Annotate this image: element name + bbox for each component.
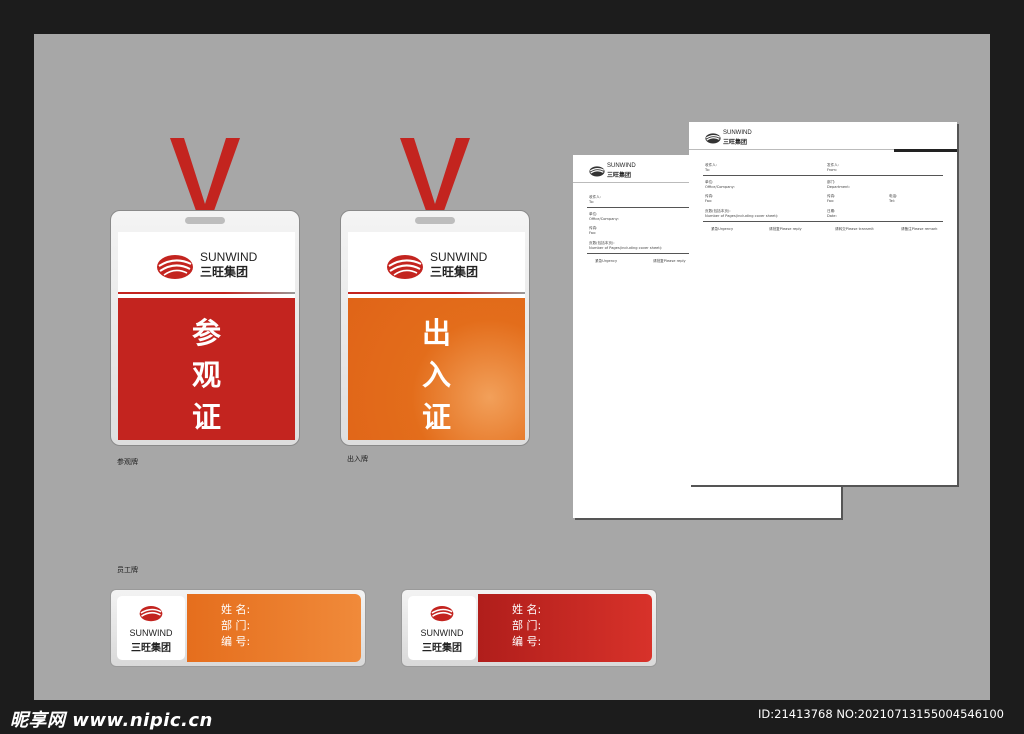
badge-slot bbox=[415, 217, 455, 224]
brand-logo: SUNWIND 三旺集团 bbox=[156, 250, 266, 282]
visitor-badge: SUNWIND 三旺集团 参 观 证 bbox=[110, 210, 300, 446]
employee-badge-color-panel bbox=[187, 594, 361, 662]
dept-field-label: 部 门: bbox=[221, 619, 251, 632]
fax-label-en: Fax: bbox=[705, 199, 713, 203]
badge-title-char: 证 bbox=[191, 400, 221, 434]
id-field-label: 编 号: bbox=[221, 635, 251, 648]
letterhead-front: SUNWIND 三旺集团 收件人: To: 发件人: From: 单位: Off… bbox=[689, 122, 957, 485]
badge-title-char: 观 bbox=[191, 358, 221, 392]
reply-option: 请批复Please reply bbox=[653, 259, 686, 263]
pages-label-en: Number of Pages(including cover sheet): bbox=[705, 214, 779, 218]
brand-logo: SUNWIND 三旺集团 bbox=[386, 250, 496, 282]
access-badge: SUNWIND 三旺集团 出 入 证 bbox=[340, 210, 530, 446]
brand-name-en: SUNWIND bbox=[607, 163, 636, 169]
brand-name-cn: 三旺集团 bbox=[607, 172, 632, 179]
office-label-en: Office/Company: bbox=[705, 185, 735, 189]
fax2-label-en: Fax: bbox=[827, 199, 835, 203]
badge-divider bbox=[118, 292, 295, 294]
badge-slot bbox=[185, 217, 225, 224]
watermark-id: ID:21413768 NO:20210713155004546100 bbox=[758, 707, 1004, 721]
from-label-en: From: bbox=[827, 168, 838, 172]
brand-name-cn: 三旺集团 bbox=[131, 643, 171, 654]
fax-label-en: Fax: bbox=[589, 231, 597, 235]
brand-name-en: SUNWIND bbox=[200, 250, 258, 264]
dept-label-en: Department: bbox=[827, 185, 850, 189]
badge-title: 出 入 证 bbox=[348, 312, 525, 438]
badge-title-char: 参 bbox=[191, 316, 221, 350]
forward-option: 请转交Please transmit bbox=[835, 227, 874, 231]
brand-name-en: SUNWIND bbox=[430, 250, 488, 264]
sunwind-logo-icon bbox=[157, 255, 193, 279]
to-label-en: To: bbox=[705, 168, 710, 172]
urgent-option: 紧急Urgency bbox=[711, 227, 734, 231]
name-field-label: 姓 名: bbox=[512, 603, 542, 616]
brand-name-cn: 三旺集团 bbox=[422, 643, 462, 654]
access-badge-caption: 出入牌 bbox=[347, 455, 368, 463]
badge-title: 参 观 证 bbox=[118, 312, 295, 438]
employee-badge-caption: 员工牌 bbox=[117, 566, 138, 574]
brand-name-cn: 三旺集团 bbox=[723, 139, 748, 146]
employee-badge-orange: SUNWIND 三旺集团 姓 名: 部 门: 编 号: bbox=[110, 589, 366, 667]
tel-label-en: Tel: bbox=[889, 199, 896, 203]
to-label-en: To: bbox=[589, 200, 594, 204]
header-rule bbox=[689, 149, 894, 150]
brand-logo-small: SUNWIND 三旺集团 bbox=[705, 130, 765, 148]
employee-badge-red: SUNWIND 三旺集团 姓 名: 部 门: 编 号: bbox=[401, 589, 657, 667]
brand-name-cn: 三旺集团 bbox=[430, 265, 479, 279]
date-label-en: Date: bbox=[827, 214, 837, 218]
employee-badge-logo-panel: SUNWIND 三旺集团 bbox=[117, 596, 185, 660]
id-field-label: 编 号: bbox=[512, 635, 542, 648]
pages-label-en: Number of Pages(including cover sheet): bbox=[589, 246, 663, 250]
header-rule-accent bbox=[894, 149, 957, 152]
badge-title-char: 证 bbox=[421, 400, 451, 434]
form-rule bbox=[703, 221, 943, 222]
sunwind-logo-icon bbox=[705, 133, 721, 144]
form-rule bbox=[703, 175, 943, 176]
watermark-site: 昵享网 www.nipic.cn bbox=[10, 710, 213, 731]
badge-title-char: 入 bbox=[421, 358, 451, 392]
employee-badge-color-panel bbox=[478, 594, 652, 662]
office-label-en: Office/Company: bbox=[589, 217, 619, 221]
sunwind-logo-icon bbox=[139, 606, 163, 622]
brand-logo-small: SUNWIND 三旺集团 bbox=[589, 163, 649, 181]
badge-face: SUNWIND 三旺集团 参 观 证 bbox=[118, 232, 295, 440]
badge-title-char: 出 bbox=[421, 316, 451, 350]
brand-name-en: SUNWIND bbox=[129, 628, 173, 638]
sunwind-logo-icon bbox=[387, 255, 423, 279]
badge-divider bbox=[348, 292, 525, 294]
employee-fields: 姓 名: 部 门: 编 号: bbox=[512, 602, 541, 650]
brand-name-en: SUNWIND bbox=[723, 130, 752, 136]
remark-option: 请备注Please remark bbox=[901, 227, 938, 231]
visitor-badge-caption: 参观牌 bbox=[117, 458, 138, 466]
reply-option: 请批复Please reply bbox=[769, 227, 802, 231]
urgent-option: 紧急Urgency bbox=[595, 259, 618, 263]
brand-name-en: SUNWIND bbox=[420, 628, 464, 638]
employee-badge-logo-panel: SUNWIND 三旺集团 bbox=[408, 596, 476, 660]
sunwind-logo-icon bbox=[589, 166, 605, 177]
brand-name-cn: 三旺集团 bbox=[200, 265, 249, 279]
sunwind-logo-icon bbox=[430, 606, 454, 622]
name-field-label: 姓 名: bbox=[221, 603, 251, 616]
badge-face: SUNWIND 三旺集团 出 入 证 bbox=[348, 232, 525, 440]
dept-field-label: 部 门: bbox=[512, 619, 542, 632]
employee-fields: 姓 名: 部 门: 编 号: bbox=[221, 602, 250, 650]
